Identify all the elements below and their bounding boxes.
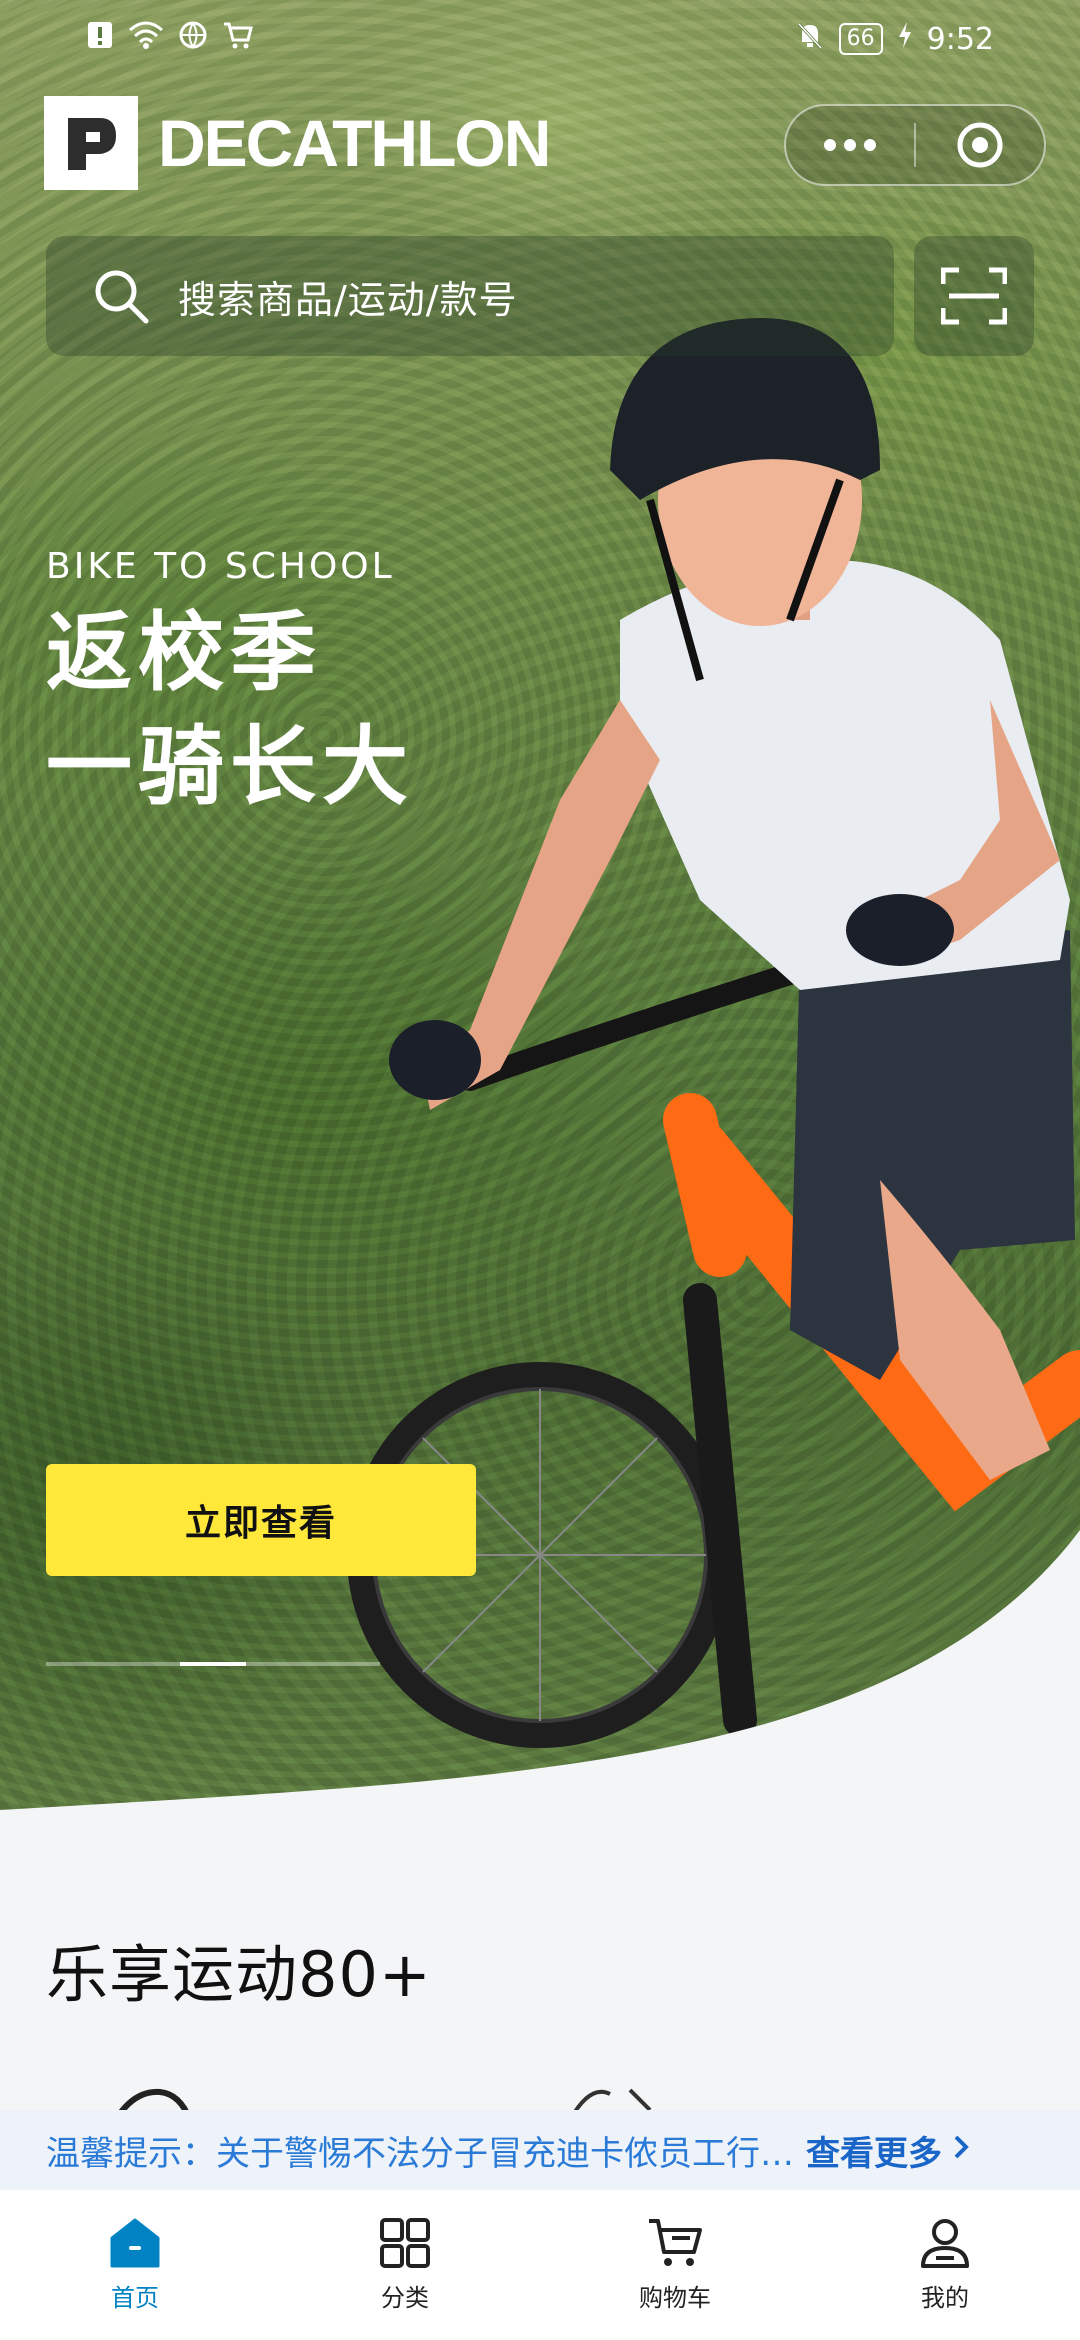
status-icons-right: 66 9:52 <box>795 20 994 58</box>
view-now-button[interactable]: 立即查看 <box>46 1464 476 1576</box>
alert-icon <box>86 20 114 58</box>
bottom-tab-bar: 首页 分类 购物车 我的 <box>0 2190 1080 2340</box>
status-time: 9:52 <box>926 21 994 57</box>
tab-category[interactable]: 分类 <box>270 2190 540 2340</box>
banner-title: 返校季 一骑长大 <box>46 596 414 824</box>
notice-more-link[interactable]: 查看更多 <box>806 2126 942 2175</box>
search-bar[interactable]: 搜索商品/运动/款号 <box>46 236 894 356</box>
notice-label: 温馨提示： <box>46 2133 216 2174</box>
banner-title-line2: 一骑长大 <box>46 717 414 817</box>
logo-mark-icon <box>44 96 138 190</box>
search-icon <box>95 270 149 324</box>
tab-profile[interactable]: 我的 <box>810 2190 1080 2340</box>
search-input[interactable]: 搜索商品/运动/款号 <box>178 269 518 324</box>
status-bar: 66 9:52 <box>0 0 1080 80</box>
battery-indicator: 66 <box>838 23 883 55</box>
tab-home-label: 首页 <box>111 2284 159 2312</box>
scan-button[interactable] <box>914 236 1034 356</box>
grid-icon <box>380 2218 430 2268</box>
notice-text[interactable]: 关于警惕不法分子冒充迪卡侬员工行… <box>216 2126 794 2175</box>
carousel-dot[interactable] <box>246 1662 380 1666</box>
tab-category-label: 分类 <box>381 2284 429 2312</box>
carousel-indicator <box>46 1662 380 1666</box>
carousel-dot-active[interactable] <box>180 1662 246 1666</box>
close-mini-program-button[interactable] <box>916 106 1044 184</box>
user-icon <box>921 2219 969 2268</box>
charging-icon <box>897 20 913 58</box>
cart-icon <box>649 2219 702 2266</box>
more-dots-icon <box>824 139 876 151</box>
carousel-dot[interactable] <box>46 1662 180 1666</box>
banner-tagline: BIKE TO SCHOOL <box>46 546 395 587</box>
tab-profile-label: 我的 <box>921 2284 969 2312</box>
wifi-icon <box>128 20 164 58</box>
section-title: 乐享运动80+ <box>46 1938 432 2011</box>
notice-bar[interactable]: 温馨提示： 关于警惕不法分子冒充迪卡侬员工行… 查看更多 <box>0 2110 1080 2190</box>
scan-icon <box>941 267 1007 325</box>
tab-cart-label: 购物车 <box>639 2284 711 2312</box>
page: 66 9:52 DECATHLON 搜索商品/运动/款号 BIKE TO SCH… <box>0 0 1080 2340</box>
banner-title-line1: 返校季 <box>46 603 322 703</box>
globe-icon <box>178 20 208 58</box>
brand-name: DECATHLON <box>158 106 551 180</box>
decathlon-logo[interactable]: DECATHLON <box>44 96 551 190</box>
tab-home[interactable]: 首页 <box>0 2190 270 2340</box>
chevron-right-icon[interactable] <box>952 2130 970 2170</box>
tab-cart[interactable]: 购物车 <box>540 2190 810 2340</box>
status-icons-left <box>86 20 254 58</box>
target-icon <box>957 122 1003 168</box>
mute-bell-icon <box>795 20 825 58</box>
home-icon <box>110 2218 160 2268</box>
mini-program-capsule <box>784 104 1046 186</box>
more-button[interactable] <box>786 106 914 184</box>
cart-status-icon <box>222 20 254 58</box>
